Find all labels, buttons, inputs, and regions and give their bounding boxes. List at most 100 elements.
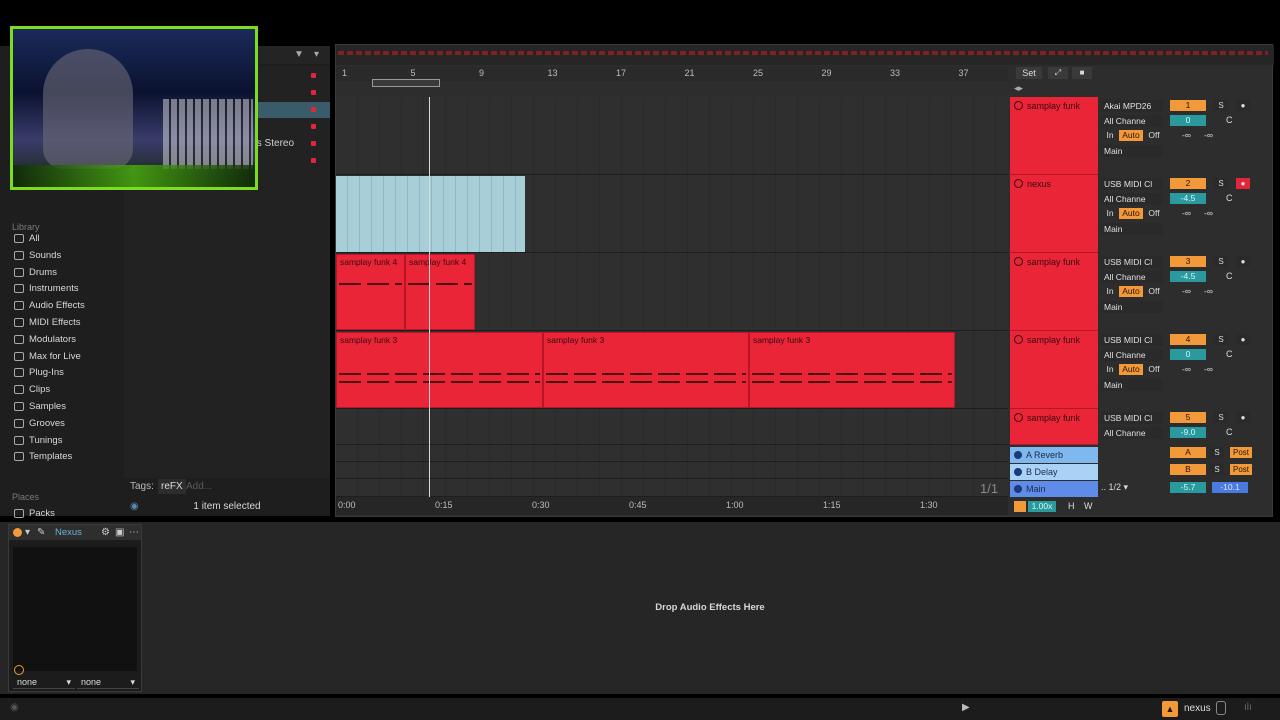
monitor-in-button[interactable]: In [1103,364,1117,375]
send-b[interactable]: -∞ [1204,130,1213,140]
monitor-in-button[interactable]: In [1103,286,1117,297]
cpu-meter-icon[interactable]: ılı [1244,702,1252,713]
arm-button[interactable]: ● [1236,256,1250,267]
time-ruler[interactable]: 0:00 0:15 0:30 0:45 1:00 1:15 1:30 [336,497,1008,515]
track-pan[interactable]: C [1226,349,1233,359]
midi-to-dropdown[interactable]: Main [1101,145,1163,157]
monitor-off-button[interactable]: Off [1145,286,1163,297]
track-pan[interactable]: C [1226,115,1233,125]
track-header[interactable]: samplay funk [1010,253,1098,331]
monitor-auto-button[interactable]: Auto [1119,364,1143,375]
library-item-plug-ins[interactable]: Plug-Ins [14,364,64,381]
midi-from-dropdown[interactable]: Akai MPD26 [1101,100,1163,112]
send-b[interactable]: -∞ [1204,364,1213,374]
midi-to-dropdown[interactable]: Main [1101,301,1163,313]
fold-icon[interactable] [1014,179,1023,188]
more-icon[interactable]: ⋯ [129,527,139,538]
return-lane[interactable] [336,445,1008,462]
library-item-clips[interactable]: Clips [14,381,50,398]
track-volume[interactable]: 0 [1170,115,1206,126]
play-icon[interactable]: ▶ [962,702,970,713]
return-track-b[interactable]: B Delay [1010,464,1098,480]
send-a[interactable]: -∞ [1182,286,1191,296]
edit-icon[interactable]: ✎ [37,527,45,538]
track-lane[interactable] [336,175,1008,253]
nexus-device[interactable]: ▾ ✎ Nexus ⚙ ▣ ⋯ none ▾ none ▾ [8,524,142,692]
tag-chip[interactable]: reFX [158,479,186,494]
monitor-off-button[interactable]: Off [1145,130,1163,141]
track-header[interactable]: samplay funk [1010,409,1098,445]
library-item-samples[interactable]: Samples [14,398,66,415]
return-b-activator[interactable]: B [1170,464,1206,475]
set-button[interactable]: Set [1016,67,1042,79]
fold-icon[interactable] [1014,101,1023,110]
fold-icon[interactable] [1014,335,1023,344]
track-lane[interactable] [336,97,1008,175]
library-item-midi-effects[interactable]: MIDI Effects [14,314,81,331]
monitor-auto-button[interactable]: Auto [1119,286,1143,297]
library-item-drums[interactable]: Drums [14,264,57,281]
expand-icon[interactable]: ⤢ [1048,67,1068,79]
library-item-audio-effects[interactable]: Audio Effects [14,297,85,314]
send-a[interactable]: -∞ [1182,130,1191,140]
midi-clip[interactable]: samplay funk 3 [336,332,543,408]
options-menu-icon[interactable]: ▾ [314,49,319,60]
track-volume[interactable]: -9.0 [1170,427,1206,438]
midi-from-dropdown[interactable]: USB MIDI Cl [1101,178,1163,190]
main-volume[interactable]: -5.7 [1170,482,1206,493]
midi-to-dropdown[interactable]: Main [1101,379,1163,391]
nexus-clip[interactable] [336,176,525,252]
track-pan[interactable]: C [1226,193,1233,203]
loop-brace[interactable] [372,79,440,87]
track-volume[interactable]: -4.5 [1170,271,1206,282]
library-item-sounds[interactable]: Sounds [14,247,61,264]
track-header[interactable]: nexus [1010,175,1098,253]
return-track-a[interactable]: A Reverb [1010,447,1098,463]
monitor-off-button[interactable]: Off [1145,208,1163,219]
library-item-all[interactable]: All [14,230,40,247]
main-track[interactable]: Main [1010,481,1098,497]
send-b[interactable]: -∞ [1204,286,1213,296]
channel-dropdown[interactable]: All Channe [1101,349,1163,361]
solo-button[interactable]: S [1214,178,1228,189]
zoom-level[interactable]: 1.00x [1028,501,1056,512]
solo-button[interactable]: S [1214,412,1228,423]
midi-dropdown-left[interactable]: none ▾ [13,677,75,689]
monitor-in-button[interactable]: In [1103,130,1117,141]
midi-clip[interactable]: samplay funk 4 [405,254,475,330]
monitor-in-button[interactable]: In [1103,208,1117,219]
save-icon[interactable]: ▣ [115,527,124,538]
h-toggle[interactable]: H [1068,501,1075,511]
solo-button[interactable]: S [1210,447,1224,458]
send-a[interactable]: -∞ [1182,208,1191,218]
settings-icon[interactable]: ⚙ [101,527,110,538]
plugin-display[interactable] [13,547,137,671]
macro-knob[interactable] [14,665,24,675]
track-lane[interactable] [336,409,1008,445]
arm-button[interactable]: ● [1236,334,1250,345]
return-lane[interactable] [336,462,1008,479]
track-pan[interactable]: C [1226,427,1233,437]
library-item-tunings[interactable]: Tunings [14,432,62,449]
midi-from-dropdown[interactable]: USB MIDI Cl [1101,412,1163,424]
track-activator[interactable]: 2 [1170,178,1206,189]
song-overview[interactable] [336,45,1274,65]
library-item-modulators[interactable]: Modulators [14,331,76,348]
arm-button[interactable]: ● [1236,412,1250,423]
send-a[interactable]: -∞ [1182,364,1191,374]
track-activator[interactable]: 5 [1170,412,1206,423]
places-item-packs[interactable]: Packs [14,505,55,522]
midi-from-dropdown[interactable]: USB MIDI Cl [1101,334,1163,346]
filter-icon[interactable]: ▼ [294,49,304,60]
midi-dropdown-right[interactable]: none ▾ [77,677,139,689]
monitor-auto-button[interactable]: Auto [1119,130,1143,141]
solo-button[interactable]: S [1214,100,1228,111]
keyboard-icon[interactable] [1216,701,1226,715]
monitor-auto-button[interactable]: Auto [1119,208,1143,219]
library-item-instruments[interactable]: Instruments [14,280,79,297]
solo-button[interactable]: S [1214,334,1228,345]
info-icon[interactable]: ◉ [130,501,139,512]
chevron-down-icon[interactable]: ▾ [25,527,30,538]
solo-button[interactable]: S [1214,256,1228,267]
monitor-off-button[interactable]: Off [1145,364,1163,375]
